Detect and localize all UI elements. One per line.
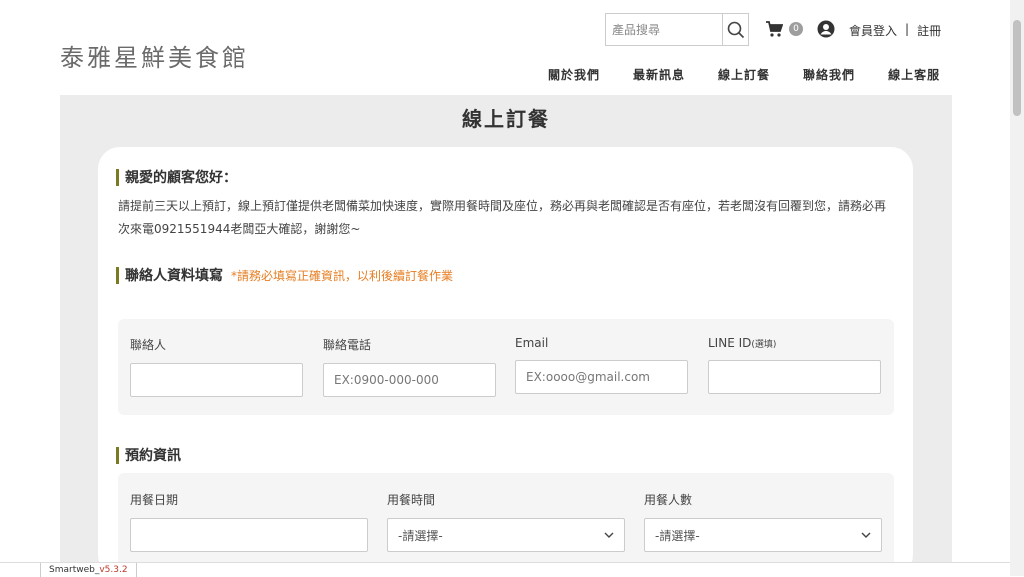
date-label: 用餐日期 [130, 493, 179, 507]
greeting-text: 請提前三天以上預訂，線上預訂僅提供老闆備菜加快速度，實際用餐時間及座位，務必再與… [118, 199, 887, 236]
search-button[interactable] [722, 14, 748, 45]
name-label: 聯絡人 [130, 338, 167, 352]
name-input[interactable] [130, 363, 303, 397]
user-icon [817, 20, 835, 38]
member-button[interactable] [817, 20, 835, 42]
cart-icon [766, 21, 783, 37]
chevron-down-icon [861, 532, 871, 538]
phone-input[interactable] [323, 363, 496, 397]
contact-form: 聯絡人 聯絡電話 Email LINE ID(選填) [118, 319, 894, 415]
greeting-heading: 親愛的顧客您好： [116, 167, 237, 187]
section-bar [116, 168, 119, 186]
cart-button[interactable]: 0 [765, 20, 803, 38]
time-field: 用餐時間 -請選擇- [387, 491, 625, 552]
account-links: 會員登入 | 註冊 [849, 22, 941, 39]
time-label: 用餐時間 [387, 493, 436, 507]
section-bar [116, 266, 119, 284]
nav-item-contact[interactable]: 聯絡我們 [803, 66, 855, 83]
nav-item-news[interactable]: 最新訊息 [633, 66, 685, 83]
section-bar [116, 446, 119, 464]
page-scrollbar[interactable] [1010, 0, 1024, 576]
name-field: 聯絡人 [130, 336, 303, 397]
time-select[interactable]: -請選擇- [387, 518, 625, 552]
contact-heading: 聯絡人資料填寫 *請務必填寫正確資訊，以利後續訂餐作業 [116, 265, 453, 285]
version-number: v5.3.2 [99, 565, 128, 575]
register-link[interactable]: 註冊 [917, 22, 941, 39]
phone-label: 聯絡電話 [323, 338, 372, 352]
content-band: 線上訂餐 親愛的顧客您好： 請提前三天以上預訂，線上預訂僅提供老闆備菜加快速度，… [60, 95, 952, 577]
nav-item-service[interactable]: 線上客服 [888, 66, 940, 83]
page-title: 線上訂餐 [462, 107, 550, 131]
email-label: Email [515, 336, 549, 350]
nav-item-about[interactable]: 關於我們 [548, 66, 600, 83]
search-icon [727, 21, 744, 38]
date-field: 用餐日期 [130, 491, 368, 552]
nav-item-order[interactable]: 線上訂餐 [718, 66, 770, 83]
reserve-title: 預約資訊 [125, 448, 181, 464]
time-select-value: -請選擇- [398, 528, 443, 543]
main-nav: 關於我們 最新訊息 線上訂餐 聯絡我們 線上客服 [548, 66, 973, 83]
line-id-input[interactable] [708, 360, 881, 394]
reserve-heading: 預約資訊 [116, 445, 181, 465]
cart-count-badge: 0 [789, 22, 803, 36]
email-field: Email [515, 336, 688, 394]
order-card: 親愛的顧客您好： 請提前三天以上預訂，線上預訂僅提供老闆備菜加快速度，實際用餐時… [98, 147, 913, 577]
line-field: LINE ID(選填) [708, 336, 881, 394]
login-link[interactable]: 會員登入 [849, 22, 897, 39]
contact-hint: *請務必填寫正確資訊，以利後續訂餐作業 [231, 268, 454, 283]
chevron-down-icon [604, 532, 614, 538]
people-select[interactable]: -請選擇- [644, 518, 882, 552]
line-optional-note: (選填) [751, 340, 777, 350]
people-label: 用餐人數 [644, 493, 693, 507]
contact-title: 聯絡人資料填寫 [125, 268, 223, 284]
line-label: LINE ID(選填) [708, 336, 881, 350]
people-field: 用餐人數 -請選擇- [644, 491, 882, 552]
status-bar: Smartweb_v5.3.2 [0, 562, 1010, 577]
search-input[interactable] [606, 14, 722, 45]
site-header: 泰雅星鮮美食館 0 會員登入 | 註冊 關於我們 最新訊 [0, 0, 1010, 95]
search-box [605, 13, 749, 46]
greeting-title: 親愛的顧客您好： [125, 170, 237, 186]
version-prefix: Smartweb_ [49, 565, 100, 575]
line-label-text: LINE ID [708, 336, 752, 350]
email-input[interactable] [515, 360, 688, 394]
people-select-value: -請選擇- [655, 528, 700, 543]
date-input[interactable] [130, 518, 368, 552]
site-logo[interactable]: 泰雅星鮮美食館 [60, 38, 249, 73]
phone-field: 聯絡電話 [323, 336, 496, 397]
scrollbar-thumb[interactable] [1013, 20, 1021, 116]
version-tag: Smartweb_v5.3.2 [40, 563, 137, 577]
account-divider: | [905, 22, 910, 36]
